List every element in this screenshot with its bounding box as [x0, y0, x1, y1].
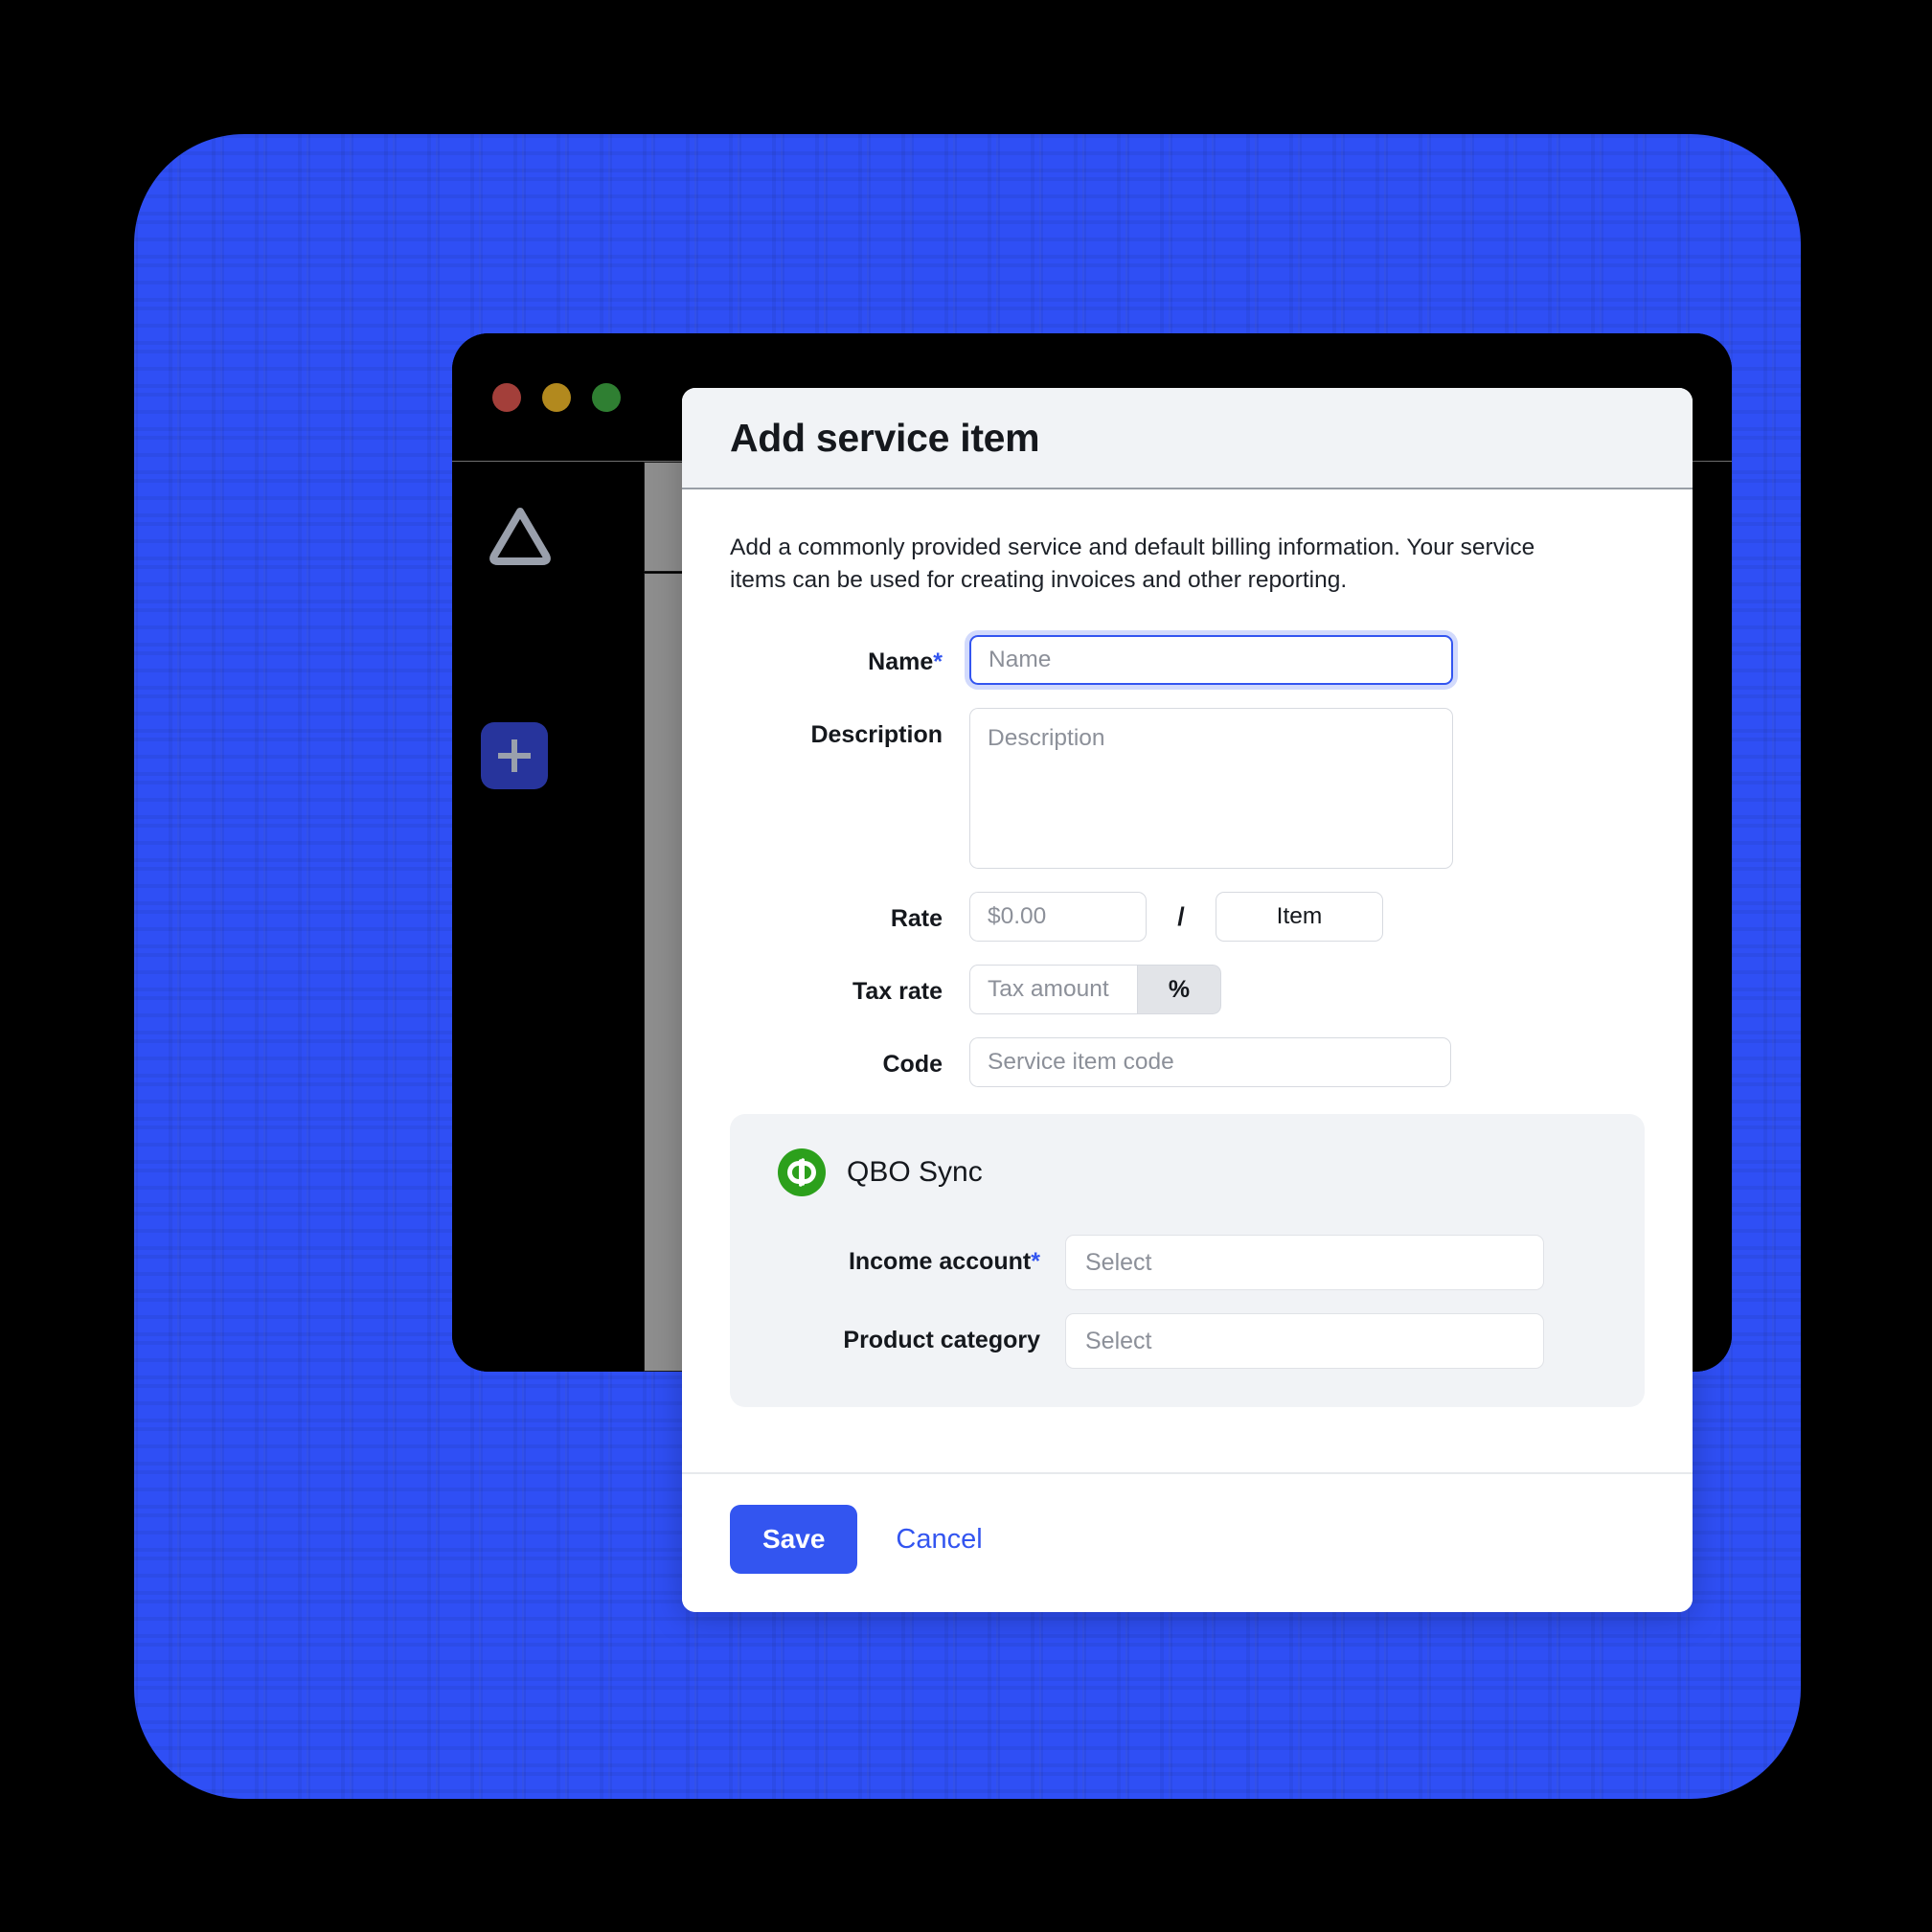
name-label: Name* — [730, 635, 969, 674]
form-row-code: Code — [730, 1036, 1645, 1087]
cancel-button[interactable]: Cancel — [896, 1524, 982, 1556]
quickbooks-icon — [778, 1148, 826, 1196]
description-input[interactable] — [969, 707, 1453, 869]
triangle-logo-icon — [489, 508, 551, 565]
tax-rate-group: % — [969, 964, 1221, 1014]
screenshot-root: Add service item Add a commonly provided… — [0, 0, 1932, 1932]
tax-rate-label: Tax rate — [852, 977, 943, 1005]
form-row-description: Description — [730, 707, 1645, 869]
modal-footer: Save Cancel — [682, 1472, 1693, 1612]
save-button[interactable]: Save — [730, 1505, 858, 1574]
description-label: Description — [810, 720, 943, 748]
tax-rate-unit-toggle[interactable]: % — [1137, 964, 1221, 1014]
modal-header: Add service item — [682, 388, 1693, 489]
form-row-product-category: Product category Select — [778, 1312, 1597, 1369]
rate-input[interactable] — [969, 891, 1147, 942]
app-sidebar — [452, 462, 615, 1372]
rate-label: Rate — [890, 904, 943, 932]
rate-group: / Item — [969, 891, 1383, 942]
page-title: Add service item — [730, 415, 1040, 460]
form-row-income-account: Income account* Select — [778, 1234, 1597, 1290]
minimize-window-icon[interactable] — [542, 383, 571, 412]
income-account-select[interactable]: Select — [1065, 1234, 1544, 1290]
name-label-text: Name — [868, 648, 934, 675]
product-category-label: Product category — [843, 1327, 1040, 1354]
modal-body: Add a commonly provided service and defa… — [682, 489, 1693, 1472]
income-account-label: Income account* — [778, 1248, 1065, 1276]
sidebar-add-button[interactable] — [481, 722, 548, 789]
product-category-select[interactable]: Select — [1065, 1312, 1544, 1369]
form-row-name: Name* — [730, 634, 1645, 685]
tax-rate-input[interactable] — [969, 964, 1137, 1014]
income-account-required-marker: * — [1031, 1248, 1040, 1276]
qbo-sync-panel: QBO Sync Income account* Select Product … — [730, 1113, 1645, 1407]
maximize-window-icon[interactable] — [592, 383, 621, 412]
form-row-tax-rate: Tax rate % — [730, 964, 1645, 1014]
code-input[interactable] — [969, 1036, 1451, 1087]
income-account-label-text: Income account — [848, 1248, 1032, 1276]
qbo-sync-title: QBO Sync — [847, 1155, 983, 1188]
rate-unit-select[interactable]: Item — [1216, 891, 1383, 942]
close-window-icon[interactable] — [492, 383, 521, 412]
name-input[interactable] — [969, 634, 1453, 685]
modal-description: Add a commonly provided service and defa… — [730, 534, 1535, 593]
plus-icon — [498, 739, 531, 772]
qbo-sync-header: QBO Sync — [778, 1148, 1597, 1196]
name-required-marker: * — [933, 648, 943, 675]
rate-separator: / — [1177, 901, 1185, 931]
form-row-rate: Rate / Item — [730, 891, 1645, 942]
add-service-item-modal: Add service item Add a commonly provided… — [682, 388, 1693, 1612]
code-label: Code — [882, 1050, 943, 1078]
